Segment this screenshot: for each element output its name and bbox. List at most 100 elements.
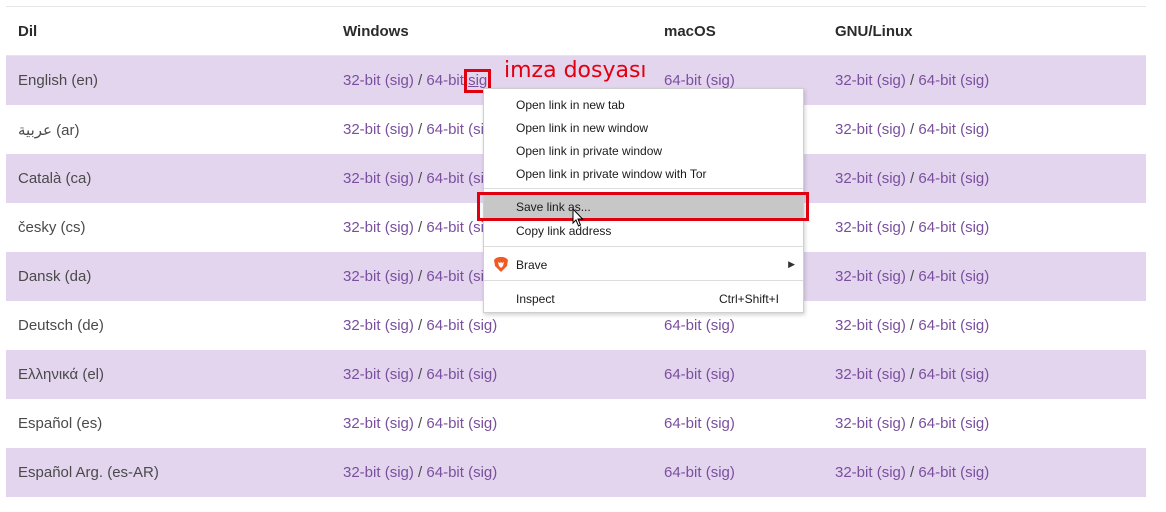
windows-32bit-sig-link[interactable]: (sig) <box>385 219 414 236</box>
linux-32bit-sig-link[interactable]: (sig) <box>877 317 906 334</box>
mouse-pointer-icon <box>572 208 584 227</box>
menu-item-open-new-window[interactable]: Open link in new window <box>484 116 803 139</box>
linux-32bit-sig-link[interactable]: (sig) <box>877 72 906 89</box>
menu-item-copy-link-address[interactable]: Copy link address <box>484 219 803 242</box>
macos-64bit-link[interactable]: 64-bit <box>664 317 702 334</box>
windows-64bit-sig-link[interactable]: (sig) <box>468 464 497 481</box>
linux-64bit-sig-link[interactable]: (sig) <box>960 170 989 187</box>
macos-64bit-link[interactable]: 64-bit <box>664 72 702 89</box>
windows-64bit-sig-link[interactable]: (sig) <box>468 366 497 383</box>
windows-64bit-link[interactable]: 64-bit <box>426 121 464 138</box>
table-row: Ελληνικά (el) 32-bit (sig) / 64-bit (sig… <box>6 350 1146 399</box>
menu-item-label: Brave <box>516 257 548 272</box>
row-language: English (en) <box>18 72 99 89</box>
macos-64bit-sig-link[interactable]: (sig) <box>706 317 735 334</box>
windows-links: 32-bit (sig) / 64-bit sig <box>343 56 492 105</box>
linux-32bit-link[interactable]: 32-bit <box>835 219 873 236</box>
linux-64bit-sig-link[interactable]: (sig) <box>960 317 989 334</box>
linux-64bit-sig-link[interactable]: (sig) <box>960 415 989 432</box>
macos-64bit-link[interactable]: 64-bit <box>664 464 702 481</box>
linux-64bit-link[interactable]: 64-bit <box>918 121 956 138</box>
linux-64bit-link[interactable]: 64-bit <box>918 366 956 383</box>
windows-32bit-link[interactable]: 32-bit <box>343 219 381 236</box>
linux-32bit-link[interactable]: 32-bit <box>835 317 873 334</box>
windows-64bit-link[interactable]: 64-bit <box>426 219 464 236</box>
windows-64bit-link[interactable]: 64-bit <box>426 366 464 383</box>
linux-64bit-sig-link[interactable]: (sig) <box>960 121 989 138</box>
menu-item-label: Open link in private window with Tor <box>516 166 707 181</box>
linux-64bit-link[interactable]: 64-bit <box>918 219 956 236</box>
row-language: عربية (ar) <box>18 121 80 139</box>
windows-32bit-link[interactable]: 32-bit <box>343 72 381 89</box>
linux-32bit-sig-link[interactable]: (sig) <box>877 170 906 187</box>
linux-32bit-link[interactable]: 32-bit <box>835 170 873 187</box>
row-language: Español (es) <box>18 415 103 432</box>
windows-64bit-link[interactable]: 64-bit <box>426 72 464 89</box>
macos-64bit-link[interactable]: 64-bit <box>664 415 702 432</box>
linux-32bit-link[interactable]: 32-bit <box>835 121 873 138</box>
windows-32bit-link[interactable]: 32-bit <box>343 464 381 481</box>
linux-32bit-sig-link[interactable]: (sig) <box>877 268 906 285</box>
windows-32bit-link[interactable]: 32-bit <box>343 268 381 285</box>
menu-item-open-private-tor[interactable]: Open link in private window with Tor <box>484 162 803 185</box>
menu-item-open-new-tab[interactable]: Open link in new tab <box>484 93 803 116</box>
linux-64bit-link[interactable]: 64-bit <box>918 72 956 89</box>
linux-32bit-link[interactable]: 32-bit <box>835 72 873 89</box>
menu-item-label: Open link in private window <box>516 143 663 158</box>
windows-64bit-link[interactable]: 64-bit <box>426 170 464 187</box>
separator: / <box>418 317 423 334</box>
linux-32bit-sig-link[interactable]: (sig) <box>877 464 906 481</box>
windows-32bit-sig-link[interactable]: (sig) <box>385 415 414 432</box>
windows-64bit-link[interactable]: 64-bit <box>426 268 464 285</box>
header-linux: GNU/Linux <box>835 22 913 40</box>
linux-32bit-link[interactable]: 32-bit <box>835 415 873 432</box>
windows-64bit-link[interactable]: 64-bit <box>426 464 464 481</box>
linux-64bit-sig-link[interactable]: (sig) <box>960 366 989 383</box>
menu-item-save-link-as[interactable]: Save link as... <box>484 195 803 218</box>
linux-32bit-link[interactable]: 32-bit <box>835 366 873 383</box>
linux-32bit-sig-link[interactable]: (sig) <box>877 415 906 432</box>
windows-64bit-link[interactable]: 64-bit <box>426 415 464 432</box>
table-row: Español Arg. (es-AR) 32-bit (sig) / 64-b… <box>6 448 1146 497</box>
windows-32bit-link[interactable]: 32-bit <box>343 121 381 138</box>
linux-32bit-sig-link[interactable]: (sig) <box>877 121 906 138</box>
linux-64bit-link[interactable]: 64-bit <box>918 170 956 187</box>
row-language: Ελληνικά (el) <box>18 366 105 383</box>
linux-32bit-link[interactable]: 32-bit <box>835 268 873 285</box>
macos-64bit-sig-link[interactable]: (sig) <box>706 366 735 383</box>
macos-64bit-sig-link[interactable]: (sig) <box>706 415 735 432</box>
windows-32bit-link[interactable]: 32-bit <box>343 317 381 334</box>
macos-64bit-sig-link[interactable]: (sig) <box>706 72 735 89</box>
linux-64bit-link[interactable]: 64-bit <box>918 317 956 334</box>
windows-32bit-sig-link[interactable]: (sig) <box>385 317 414 334</box>
windows-64bit-sig-link[interactable]: (sig) <box>468 317 497 334</box>
windows-32bit-sig-link[interactable]: (sig) <box>385 464 414 481</box>
linux-64bit-link[interactable]: 64-bit <box>918 464 956 481</box>
linux-32bit-sig-link[interactable]: (sig) <box>877 366 906 383</box>
windows-32bit-sig-link[interactable]: (sig) <box>385 268 414 285</box>
menu-item-brave[interactable]: Brave ▶ <box>484 253 803 276</box>
windows-32bit-link[interactable]: 32-bit <box>343 170 381 187</box>
linux-64bit-sig-link[interactable]: (sig) <box>960 72 989 89</box>
linux-32bit-sig-link[interactable]: (sig) <box>877 219 906 236</box>
linux-64bit-sig-link[interactable]: (sig) <box>960 464 989 481</box>
linux-64bit-link[interactable]: 64-bit <box>918 415 956 432</box>
windows-32bit-sig-link[interactable]: (sig) <box>385 170 414 187</box>
windows-64bit-link[interactable]: 64-bit <box>426 317 464 334</box>
linux-32bit-link[interactable]: 32-bit <box>835 464 873 481</box>
menu-item-open-private-window[interactable]: Open link in private window <box>484 139 803 162</box>
windows-links: 32-bit (sig) / 64-bit (sig) <box>343 105 497 154</box>
macos-64bit-sig-link[interactable]: (sig) <box>706 464 735 481</box>
linux-64bit-link[interactable]: 64-bit <box>918 268 956 285</box>
linux-64bit-sig-link[interactable]: (sig) <box>960 219 989 236</box>
macos-64bit-link[interactable]: 64-bit <box>664 366 702 383</box>
windows-32bit-link[interactable]: 32-bit <box>343 415 381 432</box>
download-page: Dil Windows macOS GNU/Linux English (en)… <box>0 0 1166 512</box>
windows-64bit-sig-link[interactable]: (sig) <box>468 415 497 432</box>
windows-32bit-sig-link[interactable]: (sig) <box>385 366 414 383</box>
menu-item-inspect[interactable]: Inspect Ctrl+Shift+I <box>484 287 803 310</box>
windows-32bit-link[interactable]: 32-bit <box>343 366 381 383</box>
windows-32bit-sig-link[interactable]: (sig) <box>385 72 414 89</box>
windows-32bit-sig-link[interactable]: (sig) <box>385 121 414 138</box>
linux-64bit-sig-link[interactable]: (sig) <box>960 268 989 285</box>
